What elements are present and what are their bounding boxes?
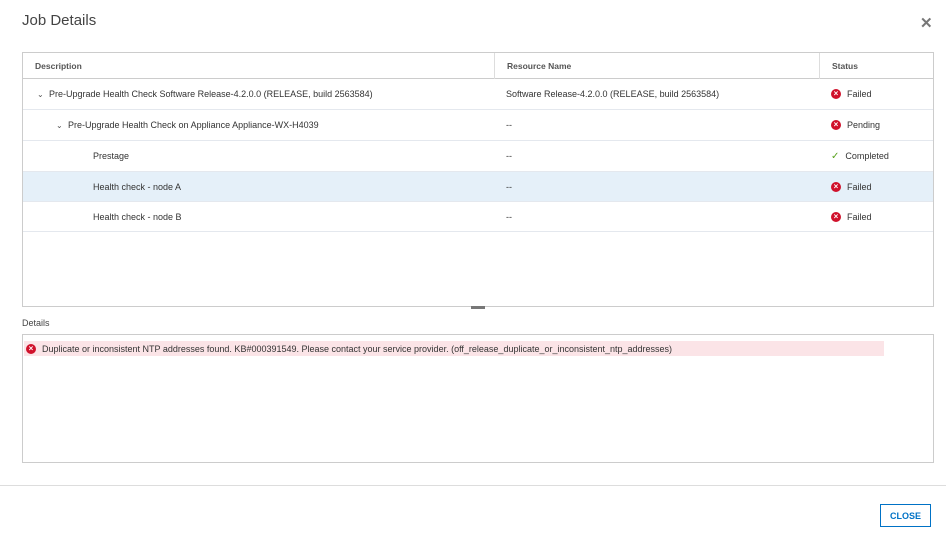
chevron-down-icon[interactable]: ⌄	[56, 121, 68, 130]
resource-name: Software Release-4.2.0.0 (RELEASE, build…	[506, 89, 720, 99]
close-icon[interactable]: ✕	[920, 14, 933, 32]
error-icon: ×	[831, 211, 841, 222]
column-header-description[interactable]: Description	[23, 53, 494, 79]
footer-divider	[0, 485, 946, 486]
description: Health check - node A	[93, 181, 182, 192]
description: Pre-Upgrade Health Check Software Releas…	[49, 89, 373, 99]
check-icon: ✓	[831, 150, 840, 162]
close-button[interactable]: CLOSE	[880, 504, 931, 527]
error-message: × Duplicate or inconsistent NTP addresse…	[24, 341, 884, 356]
details-label: Details	[22, 318, 50, 328]
table-row[interactable]: Prestage -- ✓ Completed	[23, 141, 933, 172]
error-icon: ×	[831, 120, 841, 130]
chevron-down-icon[interactable]: ⌄	[37, 90, 49, 99]
error-icon: ×	[26, 343, 36, 354]
error-text: Duplicate or inconsistent NTP addresses …	[42, 343, 673, 354]
table-row[interactable]: ⌄ Pre-Upgrade Health Check on Appliance A…	[23, 110, 933, 141]
grid-header: Description Resource Name Status	[23, 52, 933, 79]
description: Health check - node B	[93, 211, 182, 222]
resize-handle[interactable]	[471, 306, 485, 309]
resource-name: --	[506, 120, 512, 130]
dialog-title: Job Details	[22, 12, 97, 29]
resource-name: --	[506, 181, 512, 192]
column-header-status[interactable]: Status	[819, 52, 933, 79]
status: Pending	[847, 120, 881, 130]
column-header-resource-name[interactable]: Resource Name	[494, 52, 819, 79]
job-tree-grid: Description Resource Name Status ⌄ Pre-Up…	[22, 52, 934, 307]
resource-name: --	[506, 151, 512, 161]
table-row[interactable]: Health check - node B -- × Failed	[23, 202, 933, 232]
description: Prestage	[93, 151, 130, 161]
status: Failed	[847, 181, 872, 192]
description: Pre-Upgrade Health Check on Appliance Ap…	[68, 120, 319, 130]
status: Failed	[847, 211, 872, 222]
status: Completed	[845, 151, 889, 161]
table-row-selected[interactable]: Health check - node A -- × Failed	[23, 172, 933, 202]
details-panel: × Duplicate or inconsistent NTP addresse…	[22, 334, 934, 463]
error-icon: ×	[831, 181, 841, 192]
status: Failed	[847, 89, 872, 99]
error-icon: ×	[831, 89, 841, 99]
resource-name: --	[506, 211, 512, 222]
table-row[interactable]: ⌄ Pre-Upgrade Health Check Software Relea…	[23, 79, 933, 110]
